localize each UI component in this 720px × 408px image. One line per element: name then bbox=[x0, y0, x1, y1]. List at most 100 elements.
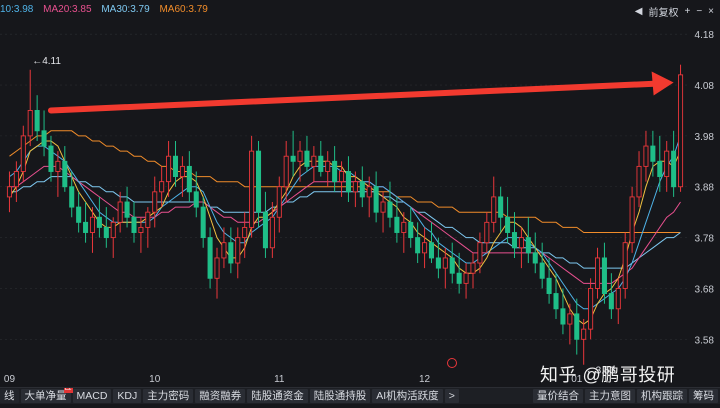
ma30-line bbox=[9, 176, 681, 269]
candle-down bbox=[532, 252, 538, 264]
candle-up bbox=[179, 165, 185, 178]
candle-up bbox=[615, 288, 621, 310]
x-tick-label: 09 bbox=[4, 374, 16, 385]
tab-line[interactable]: 线 bbox=[0, 389, 19, 403]
candle-down bbox=[34, 110, 40, 132]
candle-down bbox=[200, 206, 206, 239]
stock-chart: 4.18 4.08 3.98 3.88 3.78 3.68 3.58 09 10 11 12 01 ←4… bbox=[0, 0, 720, 403]
candle-up bbox=[470, 262, 476, 274]
candle-up bbox=[214, 257, 220, 279]
chart-canvas[interactable]: 4.184.083.983.883.783.683.5809 10 11 12 01←4… bbox=[0, 0, 720, 403]
candle-up bbox=[477, 242, 483, 264]
tab-hk-connect-fund[interactable]: 陆股通资金 bbox=[247, 389, 308, 403]
tab-more-arrow[interactable]: > bbox=[444, 389, 459, 403]
tab-volume-price[interactable]: 量价结合 bbox=[533, 389, 583, 403]
tab-ai-institution-activity[interactable]: AI机构活跃度 bbox=[372, 389, 443, 403]
tab-main-force-code[interactable]: 主力密码 bbox=[143, 389, 194, 403]
candle-down bbox=[318, 155, 324, 172]
candle-up bbox=[594, 257, 601, 289]
legend-ma10: 10:3.98 bbox=[0, 4, 34, 15]
candle-down bbox=[290, 155, 296, 162]
candle-down bbox=[574, 313, 580, 340]
candle-up bbox=[235, 237, 241, 264]
candle-up bbox=[401, 221, 407, 233]
candle-down bbox=[124, 201, 130, 218]
legend-ma20: MA20:3.85 bbox=[43, 4, 92, 15]
candle-down bbox=[498, 196, 504, 218]
candle-up bbox=[297, 150, 303, 162]
zoom-out-button[interactable]: − bbox=[696, 6, 702, 17]
candle-up bbox=[110, 221, 116, 239]
candle-down bbox=[103, 226, 109, 239]
tab-main-intent[interactable]: 主力意图 bbox=[585, 389, 635, 403]
candle-up bbox=[678, 74, 684, 188]
tab-chips[interactable]: 筹码 bbox=[689, 389, 718, 403]
candle-down bbox=[76, 206, 82, 223]
x-tick-label: 10 bbox=[149, 374, 161, 385]
candle-down bbox=[456, 272, 462, 284]
candle-up bbox=[13, 171, 19, 188]
candle-down bbox=[186, 165, 192, 193]
tab-kdj[interactable]: KDJ bbox=[113, 389, 142, 403]
candle-up bbox=[159, 181, 165, 193]
tab-margin-trading[interactable]: 融资融券 bbox=[195, 389, 246, 403]
zoom-in-button[interactable]: + bbox=[684, 6, 690, 17]
candle-up bbox=[442, 257, 448, 269]
candle-down bbox=[304, 150, 310, 167]
candle-up bbox=[622, 242, 628, 289]
candle-down bbox=[546, 277, 552, 294]
y-tick-label: 3.98 bbox=[695, 132, 715, 143]
candle-up bbox=[629, 196, 635, 244]
candle-down bbox=[193, 191, 199, 208]
trend-arrow-head bbox=[651, 71, 674, 96]
candle-up bbox=[581, 328, 587, 340]
candle-down bbox=[332, 160, 338, 183]
candle-down bbox=[505, 216, 511, 233]
restore-rights-button[interactable]: 前复权 bbox=[648, 4, 678, 19]
trend-arrow-shaft bbox=[47, 80, 663, 114]
trend-arrow-layer bbox=[47, 71, 674, 114]
candle-down bbox=[539, 262, 545, 279]
candle-up bbox=[283, 155, 289, 188]
candle-down bbox=[262, 211, 268, 249]
candle-down bbox=[650, 145, 656, 162]
ma5-line bbox=[9, 140, 681, 325]
candle-down bbox=[657, 160, 663, 178]
candle-down bbox=[560, 308, 566, 325]
tab-big-net-volume[interactable]: 大单净量 L2 bbox=[20, 387, 73, 403]
prev-arrow-icon[interactable]: ◀ bbox=[635, 6, 643, 17]
candle-down bbox=[69, 186, 75, 208]
candle-up bbox=[55, 160, 61, 172]
candle-up bbox=[491, 196, 497, 223]
tab-institution-tracking[interactable]: 机构跟踪 bbox=[637, 389, 687, 403]
y-tick-label: 4.18 bbox=[695, 30, 715, 41]
candle-up bbox=[242, 226, 248, 239]
candle-up bbox=[664, 150, 670, 178]
y-tick-label: 4.08 bbox=[695, 81, 715, 92]
candle-down bbox=[345, 171, 351, 193]
candle-down bbox=[172, 155, 179, 178]
candle-up bbox=[276, 186, 282, 218]
candle-up bbox=[588, 288, 594, 330]
candle-down bbox=[373, 186, 379, 213]
close-icon[interactable]: × bbox=[708, 6, 714, 17]
candle-down bbox=[428, 242, 435, 259]
candle-down bbox=[48, 145, 54, 172]
candle-up bbox=[643, 145, 649, 167]
candle-down bbox=[671, 150, 677, 188]
candle-up bbox=[249, 150, 255, 228]
candle-up bbox=[6, 186, 12, 198]
candle-down bbox=[131, 216, 137, 233]
tab-hk-connect-holding[interactable]: 陆股通持股 bbox=[309, 389, 371, 403]
l2-badge: L2 bbox=[63, 387, 73, 393]
ma10-line bbox=[9, 135, 681, 310]
tab-macd[interactable]: MACD bbox=[72, 389, 112, 403]
candle-up bbox=[636, 165, 642, 198]
candle-down bbox=[449, 257, 455, 274]
y-tick-label: 3.88 bbox=[695, 183, 715, 194]
candle-up bbox=[152, 191, 158, 213]
candle-up bbox=[484, 221, 490, 244]
candle-up bbox=[166, 155, 172, 183]
candle-down bbox=[601, 257, 607, 294]
candle-up bbox=[117, 201, 123, 223]
